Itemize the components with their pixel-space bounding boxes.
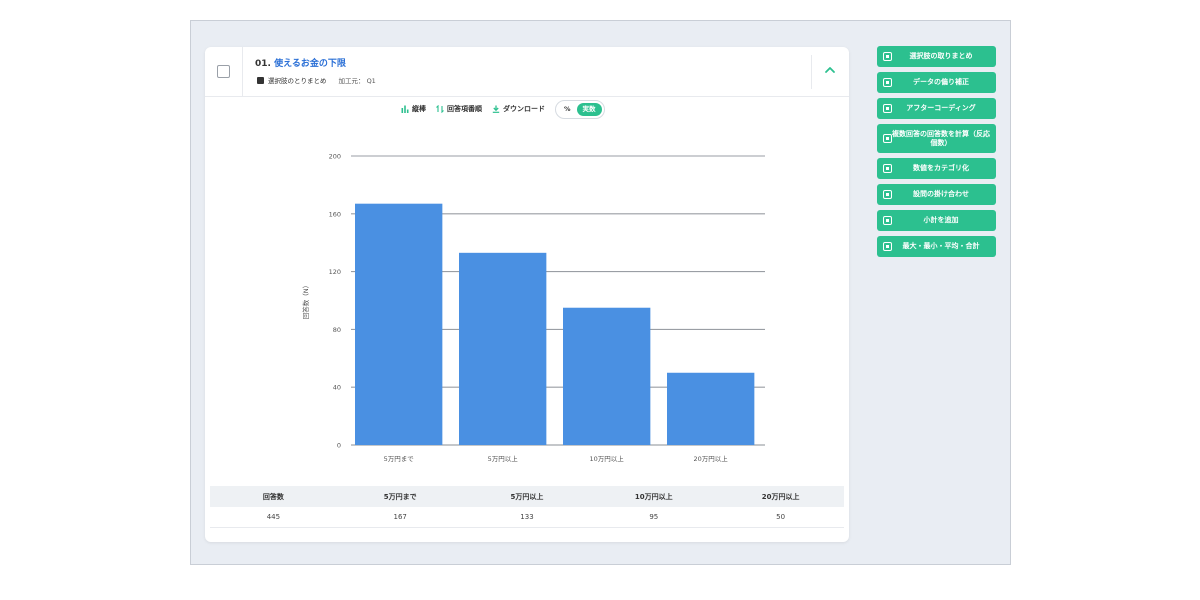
x-tick-label: 5万円まで <box>384 455 415 463</box>
table-icon <box>883 78 892 87</box>
y-tick-label: 160 <box>329 210 341 218</box>
table-icon <box>883 104 892 113</box>
y-axis-label: 回答数（N） <box>301 282 310 319</box>
operations-sidebar: 選択肢の取りまとめ データの偏り補正 アフターコーディング 複数回答の回答数を計… <box>877 46 996 262</box>
table-header-cell: 回答数 <box>262 492 284 501</box>
sidebar-button-label: データの偏り補正 <box>913 78 969 86</box>
sidebar-button-label: 小計を追加 <box>923 216 959 224</box>
sidebar-button-label: 最大・最小・平均・合計 <box>902 242 980 250</box>
table-icon <box>883 134 892 143</box>
sidebar-button-stats[interactable]: 最大・最小・平均・合計 <box>877 236 996 257</box>
table-cell: 95 <box>649 513 659 521</box>
table-cell: 167 <box>393 513 407 521</box>
sidebar-button-label: アフターコーディング <box>906 104 976 112</box>
sidebar-button-multi-answer-count[interactable]: 複数回答の回答数を計算（反応個数） <box>877 124 996 153</box>
y-tick-label: 80 <box>333 326 341 334</box>
bar <box>563 307 651 445</box>
y-tick-label: 0 <box>337 442 341 450</box>
sidebar-button-label: 複数回答の回答数を計算（反応個数） <box>892 129 990 147</box>
y-tick-label: 200 <box>329 153 341 161</box>
table-header-cell: 5万円まで <box>383 492 417 501</box>
x-tick-label: 20万円以上 <box>694 454 729 463</box>
sidebar-button-label: 選択肢の取りまとめ <box>909 52 973 60</box>
table-header-cell: 20万円以上 <box>761 492 800 501</box>
x-tick-label: 5万円以上 <box>488 454 519 463</box>
bar <box>459 252 547 445</box>
question-card: 01. 使えるお金の下限 選択肢のとりまとめ 加工元： Q1 縦棒 回答項番順 … <box>205 47 849 542</box>
table-icon <box>883 242 892 251</box>
table-header-cell: 10万円以上 <box>634 492 673 501</box>
table-row: 445 167 133 95 50 <box>210 507 844 528</box>
table-icon <box>883 52 892 61</box>
sidebar-button-cross-tab[interactable]: 設問の掛け合わせ <box>877 184 996 205</box>
result-table: 回答数 5万円まで 5万円以上 10万円以上 20万円以上 445 167 13… <box>210 486 844 528</box>
x-tick-label: 10万円以上 <box>590 454 625 463</box>
sidebar-button-merge-choices[interactable]: 選択肢の取りまとめ <box>877 46 996 67</box>
bar-chart: 0 40 80 120 160 200 回答数（N） 5万円まで 5万円以上 10万円以上 20万円… <box>301 153 765 463</box>
table-cell: 133 <box>520 513 534 521</box>
bar <box>667 372 755 445</box>
sidebar-button-subtotal[interactable]: 小計を追加 <box>877 210 996 231</box>
table-icon <box>883 190 892 199</box>
sidebar-button-label: 設問の掛け合わせ <box>913 190 969 198</box>
sidebar-button-bias-correction[interactable]: データの偏り補正 <box>877 72 996 93</box>
app-frame: 01. 使えるお金の下限 選択肢のとりまとめ 加工元： Q1 縦棒 回答項番順 … <box>190 20 1011 565</box>
table-header-cell: 5万円以上 <box>510 492 544 501</box>
bar <box>355 203 443 445</box>
y-tick-label: 120 <box>329 268 341 276</box>
y-tick-label: 40 <box>333 384 341 392</box>
sidebar-button-categorize[interactable]: 数値をカテゴリ化 <box>877 158 996 179</box>
table-header-row: 回答数 5万円まで 5万円以上 10万円以上 20万円以上 <box>210 486 844 507</box>
table-icon <box>883 164 892 173</box>
sidebar-button-after-coding[interactable]: アフターコーディング <box>877 98 996 119</box>
table-cell: 445 <box>266 513 281 521</box>
table-icon <box>883 216 892 225</box>
table-cell: 50 <box>776 513 786 521</box>
sidebar-button-label: 数値をカテゴリ化 <box>913 164 969 172</box>
